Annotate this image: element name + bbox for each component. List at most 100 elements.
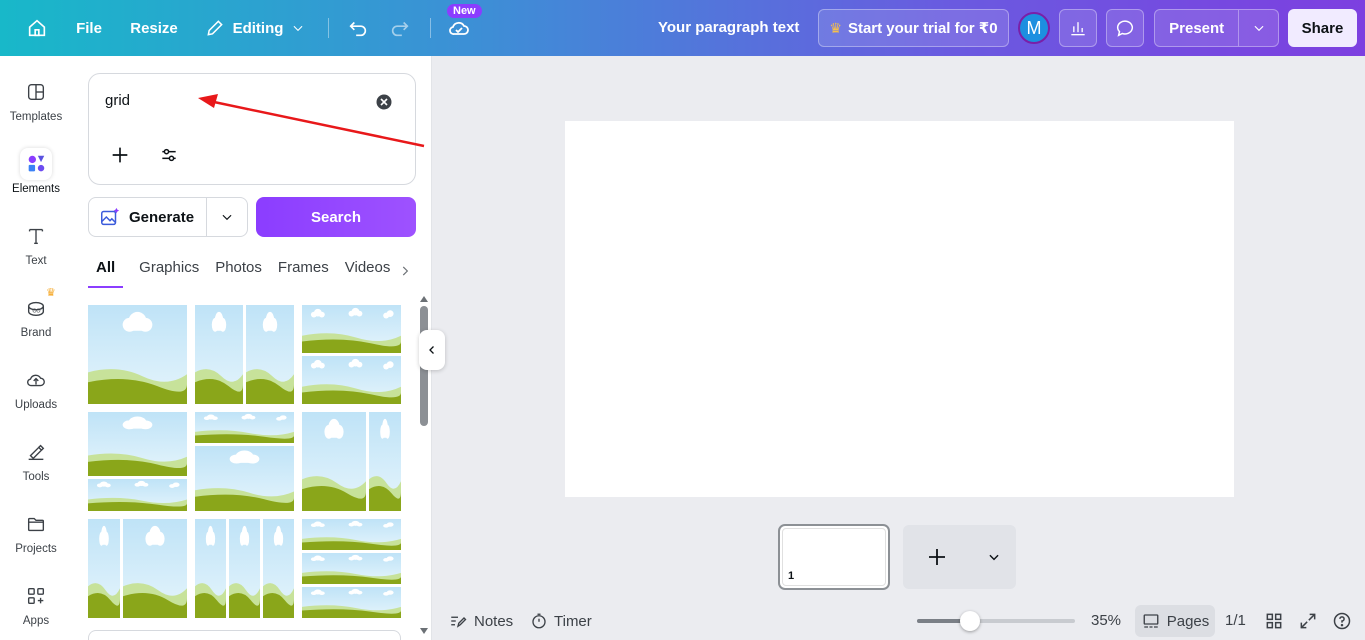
document-title[interactable]: Your paragraph text bbox=[658, 19, 799, 36]
tab-photos[interactable]: Photos bbox=[215, 256, 262, 288]
text-icon bbox=[28, 228, 44, 245]
file-menu-button[interactable]: File bbox=[68, 9, 110, 47]
add-page-options-button[interactable] bbox=[987, 550, 1001, 569]
clear-search-button[interactable] bbox=[375, 93, 393, 116]
share-button[interactable]: Share bbox=[1288, 9, 1357, 47]
notes-button[interactable]: Notes bbox=[448, 612, 513, 630]
apps-icon bbox=[27, 587, 45, 605]
comments-button[interactable] bbox=[1106, 9, 1144, 47]
undo-icon bbox=[349, 21, 367, 37]
tab-all[interactable]: All bbox=[88, 256, 124, 288]
elements-panel: Generate Search All Graphics Photos Fram… bbox=[72, 56, 432, 640]
grid-result-item[interactable] bbox=[195, 412, 294, 511]
next-result-card[interactable] bbox=[88, 630, 401, 640]
grid-result-item[interactable] bbox=[88, 412, 187, 511]
add-page-button[interactable] bbox=[925, 545, 949, 574]
chevron-down-icon bbox=[293, 25, 303, 32]
grid-view-icon bbox=[1266, 613, 1282, 629]
timer-icon bbox=[532, 613, 546, 629]
generate-button-group: Generate bbox=[88, 197, 248, 237]
rail-item-uploads[interactable]: Uploads bbox=[0, 364, 72, 428]
grid-result-item[interactable] bbox=[88, 519, 187, 618]
landscape-thumbnail bbox=[88, 412, 187, 511]
rail-item-text[interactable]: Text bbox=[0, 220, 72, 284]
tab-frames[interactable]: Frames bbox=[278, 256, 329, 288]
fullscreen-button[interactable] bbox=[1298, 611, 1318, 636]
brand-icon: CO bbox=[27, 301, 45, 316]
collapse-panel-button[interactable] bbox=[419, 330, 445, 370]
rail-item-apps[interactable]: Apps bbox=[0, 580, 72, 640]
page-thumbnail[interactable]: 1 bbox=[778, 524, 890, 590]
generate-options-button[interactable] bbox=[207, 210, 247, 224]
search-box bbox=[88, 73, 416, 185]
magic-image-icon bbox=[101, 207, 120, 226]
category-tabs: All Graphics Photos Frames Videos bbox=[88, 256, 406, 288]
present-button[interactable]: Present bbox=[1155, 20, 1238, 37]
rail-item-templates[interactable]: Templates bbox=[0, 76, 72, 140]
resize-button[interactable]: Resize bbox=[125, 9, 183, 47]
zoom-level[interactable]: 35% bbox=[1091, 612, 1121, 629]
tab-videos[interactable]: Videos bbox=[345, 256, 391, 288]
search-button[interactable]: Search bbox=[256, 197, 416, 237]
zoom-slider-knob[interactable] bbox=[960, 611, 980, 631]
svg-text:CO: CO bbox=[32, 309, 41, 315]
rail-item-projects[interactable]: Projects bbox=[0, 508, 72, 572]
redo-icon bbox=[391, 21, 409, 37]
rail-item-elements[interactable]: Elements bbox=[0, 148, 72, 212]
design-canvas-page[interactable] bbox=[565, 121, 1234, 497]
pages-icon bbox=[1143, 614, 1159, 628]
search-input[interactable] bbox=[105, 92, 365, 109]
tools-icon bbox=[28, 444, 45, 461]
editing-mode-button[interactable]: Editing bbox=[198, 9, 312, 47]
expand-icon bbox=[1300, 613, 1316, 629]
rail-item-label: Text bbox=[25, 255, 47, 267]
landscape-thumbnail bbox=[195, 412, 294, 511]
home-icon bbox=[28, 19, 46, 37]
grid-result-item[interactable] bbox=[302, 305, 401, 404]
chevron-down-icon bbox=[1254, 25, 1264, 32]
elements-icon bbox=[28, 155, 45, 172]
timer-button[interactable]: Timer bbox=[530, 612, 592, 630]
home-button[interactable] bbox=[18, 9, 56, 47]
divider bbox=[328, 18, 329, 38]
redo-button[interactable] bbox=[384, 9, 416, 47]
tab-graphics[interactable]: Graphics bbox=[139, 256, 199, 288]
grid-result-item[interactable] bbox=[195, 305, 294, 404]
chevron-down-icon bbox=[222, 214, 232, 221]
user-avatar[interactable]: M bbox=[1018, 12, 1050, 44]
help-icon bbox=[1333, 612, 1351, 630]
grid-result-item[interactable] bbox=[302, 412, 401, 511]
plus-icon bbox=[112, 147, 128, 163]
pages-button[interactable]: Pages bbox=[1135, 605, 1215, 637]
notes-icon bbox=[451, 616, 467, 628]
cloud-upload-icon bbox=[27, 374, 45, 387]
tabs-scroll-right-button[interactable] bbox=[398, 263, 412, 284]
grid-view-button[interactable] bbox=[1264, 611, 1284, 636]
rail-item-label: Templates bbox=[9, 111, 63, 123]
landscape-thumbnail bbox=[302, 412, 401, 511]
divider bbox=[430, 18, 431, 38]
generate-label: Generate bbox=[129, 208, 195, 226]
generate-button[interactable]: Generate bbox=[89, 198, 208, 236]
filter-button[interactable] bbox=[159, 145, 179, 170]
crown-icon: ♛ bbox=[46, 287, 56, 299]
grid-result-item[interactable] bbox=[88, 305, 187, 404]
help-button[interactable] bbox=[1332, 611, 1352, 636]
present-options-button[interactable] bbox=[1238, 10, 1278, 46]
start-trial-button[interactable]: ♛ Start your trial for ₹0 bbox=[818, 9, 1009, 47]
insights-button[interactable] bbox=[1059, 9, 1097, 47]
close-circle-icon bbox=[376, 94, 392, 110]
landscape-thumbnail bbox=[302, 519, 401, 618]
landscape-thumbnail bbox=[195, 519, 294, 618]
undo-button[interactable] bbox=[342, 9, 374, 47]
folder-icon bbox=[27, 517, 45, 532]
chevron-left-icon bbox=[429, 346, 434, 354]
rail-item-brand[interactable]: CO ♛ Brand bbox=[0, 287, 72, 356]
grid-result-item[interactable] bbox=[195, 519, 294, 618]
pages-label: Pages bbox=[1166, 612, 1210, 630]
rail-item-tools[interactable]: Tools bbox=[0, 436, 72, 500]
rail-item-label: Uploads bbox=[14, 399, 58, 411]
grid-result-item[interactable] bbox=[302, 519, 401, 618]
add-button[interactable] bbox=[109, 144, 131, 171]
landscape-thumbnail bbox=[302, 305, 401, 404]
